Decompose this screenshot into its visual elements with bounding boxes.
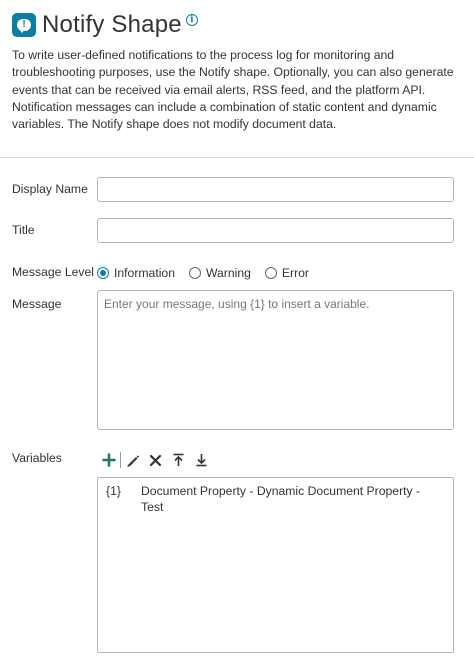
variables-label: Variables xyxy=(12,451,62,465)
header-divider xyxy=(0,157,474,158)
shape-header: ! Notify Shape i xyxy=(12,10,198,40)
variables-list: {1} Document Property - Dynamic Document… xyxy=(97,477,454,653)
list-item[interactable]: {1} Document Property - Dynamic Document… xyxy=(106,484,441,515)
delete-icon[interactable] xyxy=(146,451,164,469)
message-placeholder: Enter your message, using {1} to insert … xyxy=(104,297,370,311)
title-input[interactable] xyxy=(97,218,454,243)
move-up-icon[interactable] xyxy=(169,451,187,469)
notification-bubble-icon: ! xyxy=(12,13,36,37)
variable-key: {1} xyxy=(106,484,121,498)
toolbar-divider xyxy=(120,452,121,468)
radio-information[interactable]: Information xyxy=(97,266,175,280)
radio-unchecked-icon[interactable] xyxy=(188,267,201,279)
radio-checked-icon[interactable] xyxy=(97,267,109,279)
shape-description: To write user-defined notifications to t… xyxy=(12,48,454,132)
edit-icon[interactable] xyxy=(123,451,141,469)
move-down-icon[interactable] xyxy=(192,451,210,469)
add-icon[interactable] xyxy=(100,451,118,469)
radio-error[interactable]: Error xyxy=(264,266,309,280)
message-level-radio-group: Information Warning Error xyxy=(97,265,323,281)
radio-warning[interactable]: Warning xyxy=(188,266,251,280)
page-title: Notify Shape xyxy=(42,11,182,38)
radio-information-label: Information xyxy=(114,266,175,280)
message-label: Message xyxy=(12,297,62,311)
variables-toolbar xyxy=(100,451,215,469)
radio-error-label: Error xyxy=(281,266,309,280)
display-name-label: Display Name xyxy=(12,182,88,196)
info-icon[interactable]: i xyxy=(185,14,198,26)
variable-value: Document Property - Dynamic Document Pro… xyxy=(141,484,421,514)
title-label: Title xyxy=(12,223,35,237)
message-level-label: Message Level xyxy=(12,265,94,279)
radio-warning-label: Warning xyxy=(205,266,251,280)
radio-unchecked-icon[interactable] xyxy=(264,267,277,279)
message-textarea[interactable]: Enter your message, using {1} to insert … xyxy=(97,290,454,430)
display-name-input[interactable] xyxy=(97,177,454,202)
